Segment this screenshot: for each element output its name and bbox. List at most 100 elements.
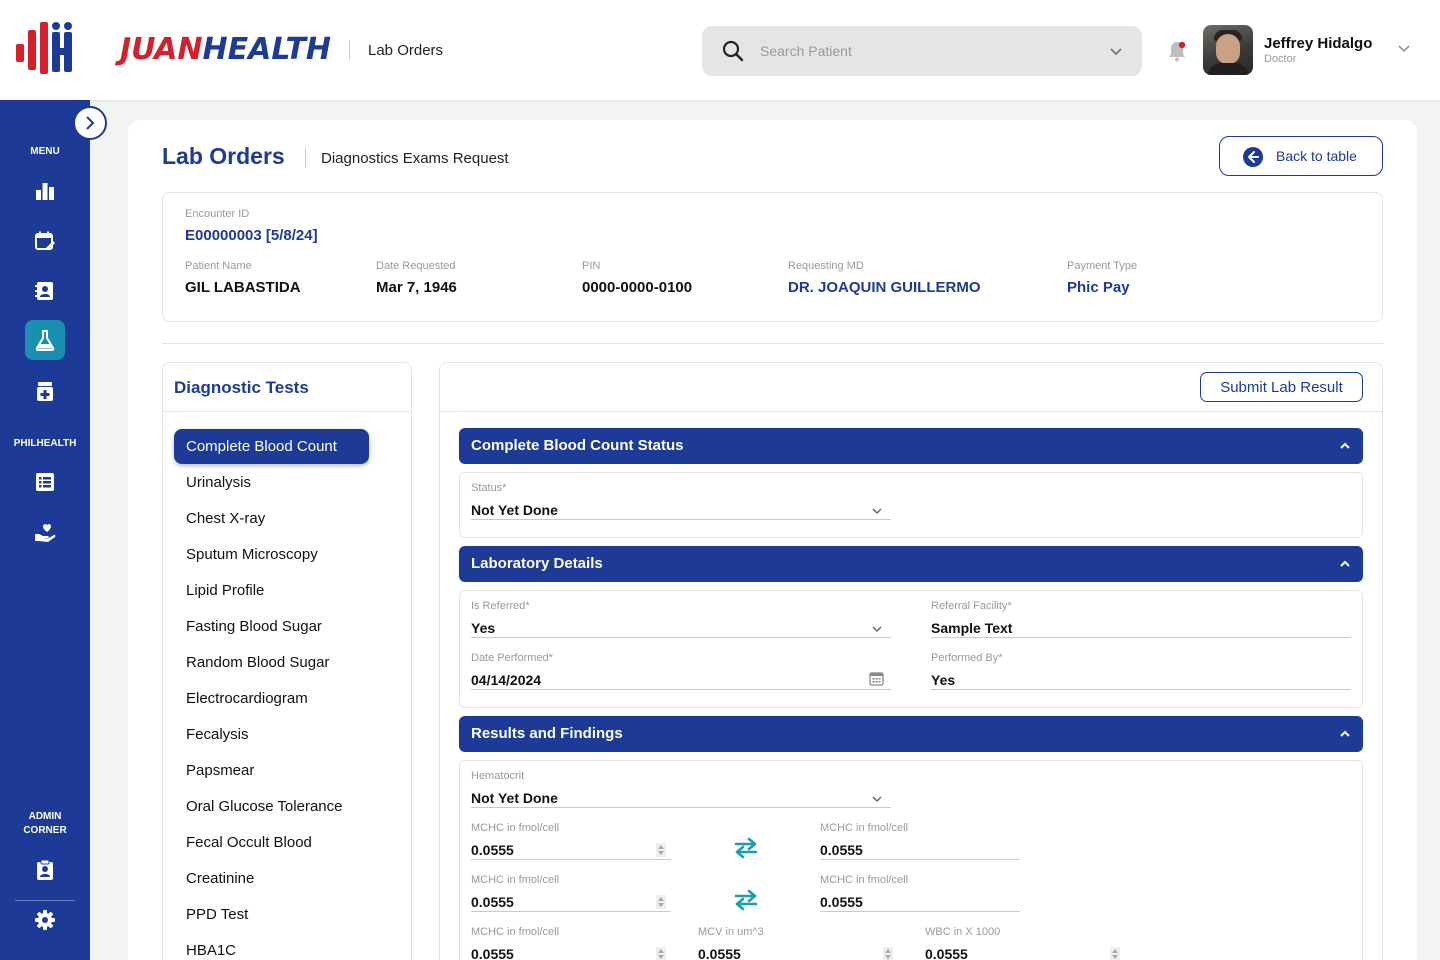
sidebar-item-philhealth-care[interactable]	[25, 512, 65, 552]
top-bar: JUANHEALTH Lab Orders Jeffrey Hidalgo Do…	[0, 0, 1440, 100]
test-item-fecal-occult-blood[interactable]: Fecal Occult Blood	[186, 834, 312, 851]
chevron-down-icon[interactable]	[871, 793, 883, 805]
header-divider	[349, 40, 350, 60]
spinner-arrows-icon[interactable]	[656, 947, 666, 960]
referral-facility-input[interactable]: Sample Text	[931, 620, 1012, 636]
test-item-chest-xray[interactable]: Chest X-ray	[186, 510, 265, 527]
wbc-input[interactable]: 0.0555	[925, 946, 968, 960]
section-title: Complete Blood Count Status	[471, 437, 684, 454]
sidebar-item-settings[interactable]	[25, 900, 65, 940]
test-item-lipid-profile[interactable]: Lipid Profile	[186, 582, 264, 599]
test-item-hba1c[interactable]: HBA1C	[186, 942, 236, 959]
contact-card-icon	[35, 282, 53, 300]
logo-mark-icon	[16, 22, 72, 74]
chevron-up-icon	[1340, 442, 1350, 449]
heart-hand-icon	[35, 524, 56, 542]
test-item-oral-glucose-tolerance[interactable]: Oral Glucose Tolerance	[186, 798, 342, 815]
test-item-fecalysis[interactable]: Fecalysis	[186, 726, 249, 743]
mchc-input[interactable]: 0.0555	[471, 946, 514, 960]
avatar-body	[1207, 63, 1249, 75]
test-item-electrocardiogram[interactable]: Electrocardiogram	[186, 690, 308, 707]
test-item-sputum-microscopy[interactable]: Sputum Microscopy	[186, 546, 318, 563]
requesting-md-label: Requesting MD	[788, 260, 864, 272]
sidebar-toggle-button[interactable]	[73, 106, 107, 140]
test-item-creatinine[interactable]: Creatinine	[186, 870, 254, 887]
date-performed-input[interactable]: 04/14/2024	[471, 672, 541, 688]
chevron-down-icon[interactable]	[1396, 40, 1412, 56]
referral-facility-underline	[931, 637, 1351, 638]
payment-type-label: Payment Type	[1067, 260, 1138, 272]
patient-name-value: GIL LABASTIDA	[185, 279, 301, 296]
chevron-down-icon[interactable]	[1108, 43, 1124, 59]
sidebar-admin-label-2: CORNER	[23, 825, 67, 836]
swap-arrows-icon[interactable]	[732, 889, 760, 911]
back-to-table-button[interactable]: Back to table	[1219, 136, 1383, 176]
bell-icon[interactable]	[1166, 40, 1188, 62]
sidebar-item-philhealth-list[interactable]	[25, 462, 65, 502]
section-header-cbc-status[interactable]: Complete Blood Count Status	[459, 428, 1363, 464]
test-item-papsmear[interactable]: Papsmear	[186, 762, 254, 779]
mchc-converted-input[interactable]: 0.0555	[820, 842, 863, 858]
sidebar-item-dashboard[interactable]	[25, 171, 65, 211]
patient-search[interactable]	[702, 26, 1142, 76]
bar-chart-icon	[36, 183, 54, 200]
sidebar-item-schedule[interactable]	[25, 221, 65, 261]
wbc-label: WBC in X 1000	[925, 926, 1001, 938]
sidebar-item-admin-users[interactable]	[25, 850, 65, 890]
sidebar-item-patients[interactable]	[25, 271, 65, 311]
is-referred-select[interactable]: Yes	[471, 620, 495, 636]
date-requested-value: Mar 7, 1946	[376, 279, 457, 296]
section-divider	[162, 343, 1383, 344]
calendar-icon[interactable]	[869, 671, 884, 686]
test-item-urinalysis[interactable]: Urinalysis	[186, 474, 251, 491]
mchc-converted-label: MCHC in fmol/cell	[820, 874, 909, 886]
performed-by-input[interactable]: Yes	[931, 672, 955, 688]
status-select[interactable]: Not Yet Done	[471, 502, 558, 518]
mcv-input[interactable]: 0.0555	[698, 946, 741, 960]
sidebar-item-lab-orders[interactable]	[25, 320, 65, 360]
page-title: Lab Orders	[162, 143, 285, 169]
mchc-input[interactable]: 0.0555	[471, 894, 514, 910]
test-item-random-blood-sugar[interactable]: Random Blood Sugar	[186, 654, 329, 671]
hematocrit-select[interactable]: Not Yet Done	[471, 790, 558, 806]
encounter-id-value: E00000003 [5/8/24]	[185, 227, 318, 244]
spinner-arrows-icon[interactable]	[883, 947, 893, 960]
date-performed-underline	[471, 689, 891, 690]
hematocrit-underline	[471, 807, 891, 808]
mchc-label: MCHC in fmol/cell	[471, 874, 560, 886]
swap-arrows-icon[interactable]	[732, 837, 760, 859]
section-header-laboratory-details[interactable]: Laboratory Details	[459, 546, 1363, 582]
mchc-converted-underline	[820, 859, 1020, 860]
pin-label: PIN	[582, 260, 601, 272]
user-role: Doctor	[1264, 53, 1297, 65]
header-section-title: Lab Orders	[368, 42, 444, 59]
chevron-down-icon[interactable]	[871, 505, 883, 517]
title-divider	[305, 148, 306, 168]
spinner-arrows-icon[interactable]	[1110, 947, 1120, 960]
test-item-fasting-blood-sugar[interactable]: Fasting Blood Sugar	[186, 618, 322, 635]
test-item-complete-blood-count[interactable]: Complete Blood Count	[174, 429, 369, 464]
calendar-edit-icon	[35, 231, 55, 250]
mchc-converted-input[interactable]: 0.0555	[820, 894, 863, 910]
sidebar-item-pharmacy[interactable]	[25, 371, 65, 411]
chevron-up-icon	[1340, 730, 1350, 737]
patient-name-label: Patient Name	[185, 260, 252, 272]
spinner-arrows-icon[interactable]	[656, 843, 666, 857]
chevron-down-icon[interactable]	[871, 623, 883, 635]
search-input[interactable]	[760, 26, 1090, 76]
status-label: Status*	[471, 482, 507, 494]
gear-icon	[35, 910, 55, 930]
section-header-results-findings[interactable]: Results and Findings	[459, 716, 1363, 752]
chevron-up-icon	[1340, 560, 1350, 567]
date-performed-label: Date Performed*	[471, 652, 553, 664]
mchc-label: MCHC in fmol/cell	[471, 926, 560, 938]
is-referred-underline	[471, 637, 891, 638]
submit-lab-result-button[interactable]: Submit Lab Result	[1200, 372, 1363, 402]
referral-facility-label: Referral Facility*	[931, 600, 1012, 612]
payment-type-value: Phic Pay	[1067, 279, 1130, 296]
spinner-arrows-icon[interactable]	[656, 895, 666, 909]
form-divider	[440, 411, 1382, 412]
test-item-ppd-test[interactable]: PPD Test	[186, 906, 248, 923]
avatar[interactable]	[1203, 25, 1253, 75]
mchc-input[interactable]: 0.0555	[471, 842, 514, 858]
